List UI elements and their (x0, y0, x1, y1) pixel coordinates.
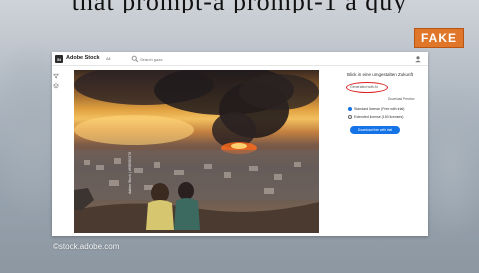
category-dropdown[interactable]: All (106, 56, 110, 61)
top-caption: that prompt-a prompt-1 a quy (0, 0, 479, 13)
side-rail (52, 66, 60, 236)
search-icon[interactable] (131, 55, 139, 63)
war-scene-illustration (74, 70, 319, 233)
search-input[interactable] (140, 55, 200, 63)
preview-image[interactable]: Adobe Stock | #658920276 (74, 70, 319, 233)
image-credit: Adobe Stock | #658920276 (128, 151, 132, 194)
license-option-extended[interactable]: Extended license (150 licenses) (348, 115, 404, 120)
image-title: Blick in eine umgestalten Zukunft (347, 72, 414, 77)
user-icon[interactable] (414, 55, 422, 63)
download-button[interactable]: Download free with trial (350, 126, 400, 134)
adobe-stock-logo[interactable]: St (55, 55, 63, 63)
license-option-label: Standard license (Free with trial) (354, 107, 405, 111)
layers-icon[interactable] (53, 83, 59, 89)
fake-badge: FAKE (414, 28, 464, 48)
source-watermark: ©stock.adobe.com (53, 242, 120, 251)
top-bar: St Adobe Stock All (52, 52, 428, 66)
radio-selected-icon[interactable] (348, 107, 352, 112)
license-option-label: Extended license (150 licenses) (354, 115, 404, 119)
generated-with-ai-label: Generated with AI (350, 85, 378, 89)
brand-name[interactable]: Adobe Stock (66, 55, 100, 61)
filter-icon[interactable] (53, 73, 59, 79)
license-option-standard[interactable]: Standard license (Free with trial) (348, 107, 405, 112)
download-preview-link[interactable]: Download Preview (388, 97, 414, 101)
stock-page-window: St Adobe Stock All Search gaza Adobe Sto… (52, 52, 428, 236)
radio-unselected-icon[interactable] (348, 115, 352, 120)
